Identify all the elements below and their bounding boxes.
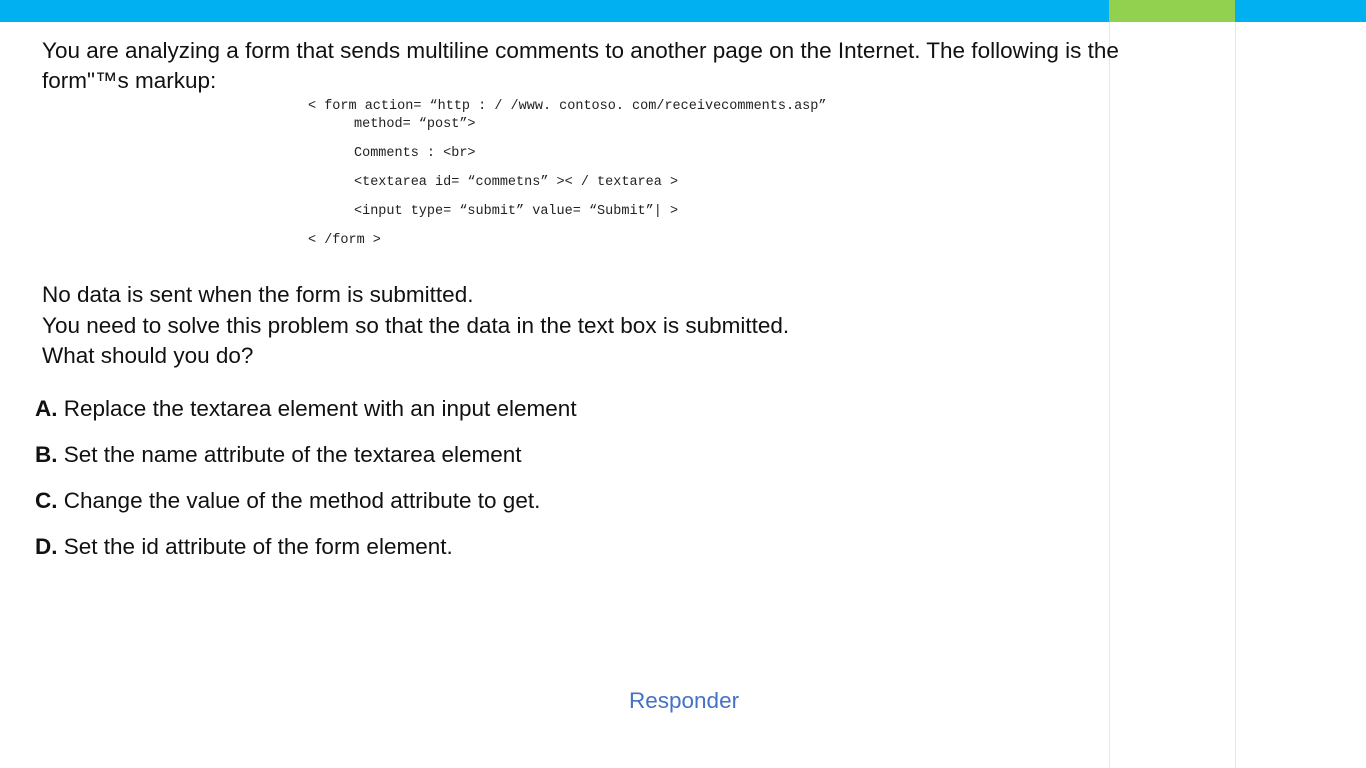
info-line-1: No data is sent when the form is submitt… <box>42 282 474 307</box>
responder-button[interactable]: Responder <box>629 688 739 714</box>
info-line-2: You need to solve this problem so that t… <box>42 312 790 338</box>
option-b-text: Set the name attribute of the textarea e… <box>63 442 522 467</box>
top-header-accent <box>1109 0 1235 22</box>
info-line-3: What should you do? <box>42 343 254 368</box>
question-line-1: You are analyzing a form that sends mult… <box>42 38 1119 63</box>
option-c-text: Change the value of the method attribute… <box>63 488 541 513</box>
option-d[interactable]: D. Set the id attribute of the form elem… <box>35 531 577 577</box>
option-a-text: Replace the textarea element with an inp… <box>63 396 577 421</box>
code-line-5: <input type= “submit” value= “Submit”| > <box>354 204 679 219</box>
option-b[interactable]: B. Set the name attribute of the textare… <box>35 439 577 485</box>
option-c[interactable]: C. Change the value of the method attrib… <box>35 485 577 531</box>
slide-divider-right <box>1235 22 1236 768</box>
question-line-2: form"™s markup: <box>42 68 217 93</box>
option-b-letter: B. <box>35 442 58 467</box>
option-a-letter: A. <box>35 396 58 421</box>
code-line-6: < /form > <box>308 233 381 248</box>
option-c-letter: C. <box>35 488 58 513</box>
code-line-1: < form action= “http : / /www. contoso. … <box>308 99 827 114</box>
code-line-3: Comments : <br> <box>354 146 476 161</box>
slide-divider-left <box>1109 22 1110 768</box>
code-line-2: method= “post”> <box>354 117 476 132</box>
option-a[interactable]: A. Replace the textarea element with an … <box>35 393 577 439</box>
question-text: You are analyzing a form that sends mult… <box>42 36 1242 96</box>
answer-options: A. Replace the textarea element with an … <box>35 393 577 577</box>
problem-statement: No data is sent when the form is submitt… <box>42 280 789 372</box>
code-line-4: <textarea id= “commetns” >< / textarea > <box>354 175 679 190</box>
option-d-letter: D. <box>35 534 58 559</box>
option-d-text: Set the id attribute of the form element… <box>63 534 453 559</box>
